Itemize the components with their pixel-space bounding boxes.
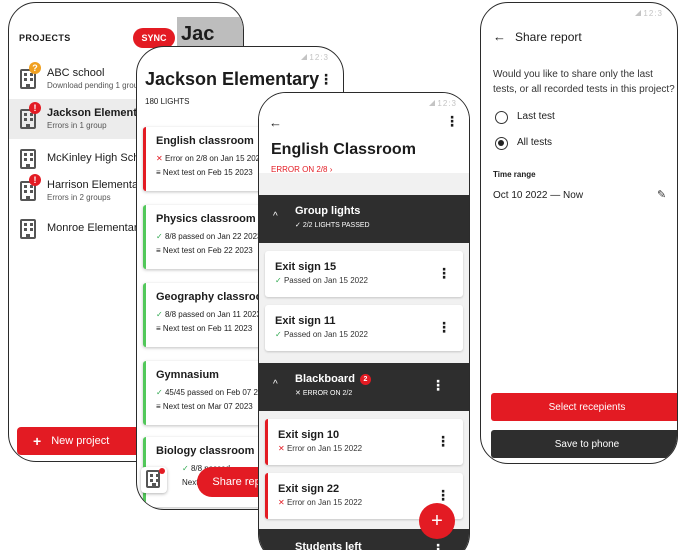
sign-title: Exit sign 11 xyxy=(275,315,336,327)
pending-badge-icon: ? xyxy=(29,62,41,74)
back-arrow-icon[interactable]: ← xyxy=(269,115,282,130)
room-status: 8/8 passed on Jan 22 2023 xyxy=(164,232,262,241)
sign-status: Error on Jan 15 2022 xyxy=(286,498,363,507)
more-options-icon[interactable]: ⋮ xyxy=(436,433,450,450)
error-x-icon: ✕ xyxy=(295,390,301,397)
group-header-blackboard[interactable]: ^ Blackboard 2 ✕ ERROR ON 2/2 ⋮ xyxy=(259,363,469,411)
error-x-icon: ✕ xyxy=(278,444,285,453)
new-project-label: New project xyxy=(51,435,110,447)
projects-header: PROJECTS xyxy=(19,33,71,43)
back-arrow-icon[interactable]: ← xyxy=(493,29,506,44)
status-bar: 12:3 xyxy=(635,9,663,18)
list-icon: ≡ xyxy=(156,168,161,177)
check-icon: ✓ xyxy=(275,276,282,285)
room-next-test: Next test on Feb 11 2023 xyxy=(162,324,253,333)
error-link[interactable]: ERROR ON 2/8 › xyxy=(271,165,332,174)
group-summary: ERROR ON 2/2 xyxy=(302,390,353,397)
projects-nav-button[interactable] xyxy=(141,467,167,493)
share-question: Would you like to share only the last te… xyxy=(493,69,675,95)
sign-item-11[interactable]: Exit sign 11 ✓ Passed on Jan 15 2022 ⋮ xyxy=(265,305,463,351)
check-icon: ✓ xyxy=(295,222,301,229)
classroom-header: 12:3 ← ⋮ English Classroom xyxy=(259,93,469,173)
project-title: Harrison Elementary xyxy=(47,179,148,191)
room-next-test: Next test on Mar 07 2023 xyxy=(162,402,253,411)
status-bar: 12:3 xyxy=(301,53,329,62)
more-options-icon[interactable]: ⋮ xyxy=(436,487,450,504)
error-badge-icon: ! xyxy=(29,102,41,114)
error-x-icon: ✕ xyxy=(156,154,163,163)
group-title: Blackboard xyxy=(295,373,355,385)
time-range-label: Time range xyxy=(493,170,536,179)
more-options-icon[interactable]: ⋮ xyxy=(431,377,445,394)
chevron-up-icon: ^ xyxy=(273,379,278,390)
check-icon: ✓ xyxy=(156,232,163,241)
signal-icon xyxy=(301,54,308,60)
status-bar: 12:3 xyxy=(429,99,457,108)
signal-icon xyxy=(635,10,642,16)
list-icon: ≡ xyxy=(156,324,161,333)
share-title: Share report xyxy=(515,30,582,44)
building-icon xyxy=(20,149,36,169)
more-options-icon[interactable]: ⋮ xyxy=(431,541,445,550)
notification-dot xyxy=(159,468,165,474)
share-phone: 12:3 ← Share report Would you like to sh… xyxy=(480,2,678,464)
check-icon: ✓ xyxy=(156,310,163,319)
list-icon: ≡ xyxy=(156,246,161,255)
error-x-icon: ✕ xyxy=(278,498,285,507)
room-next-test: Next test on Feb 22 2023 xyxy=(162,246,253,255)
radio-label-all-tests: All tests xyxy=(517,137,553,148)
school-title: Jackson Elementary xyxy=(145,69,320,89)
sign-item-15[interactable]: Exit sign 15 ✓ Passed on Jan 15 2022 ⋮ xyxy=(265,251,463,297)
sign-status: Error on Jan 15 2022 xyxy=(286,444,363,453)
sign-item-10[interactable]: Exit sign 10 ✕ Error on Jan 15 2022 ⋮ xyxy=(265,419,463,465)
time-range-value[interactable]: Oct 10 2022 — Now xyxy=(493,190,583,201)
classroom-title: English Classroom xyxy=(271,141,416,158)
group-header-lights[interactable]: ^ Group lights ✓ 2/2 LIGHTS PASSED xyxy=(259,195,469,243)
signal-icon xyxy=(429,100,436,106)
more-options-icon[interactable]: ⋮ xyxy=(319,71,333,88)
building-icon xyxy=(146,470,160,488)
project-title: Monroe Elementary xyxy=(47,222,143,234)
error-count-badge: 2 xyxy=(359,374,371,385)
list-icon: ≡ xyxy=(156,402,161,411)
plus-icon: + xyxy=(33,433,42,449)
sign-title: Exit sign 15 xyxy=(275,261,337,273)
sync-button[interactable]: SYNC xyxy=(133,28,175,48)
more-options-icon[interactable]: ⋮ xyxy=(445,113,459,130)
chevron-up-icon: ^ xyxy=(273,211,278,222)
lights-count: 180 LIGHTS xyxy=(145,97,190,106)
add-fab-button[interactable]: + xyxy=(419,503,455,539)
more-options-icon[interactable]: ⋮ xyxy=(437,265,451,282)
building-icon xyxy=(20,219,36,239)
room-status: 8/8 passed on Jan 11 2023 xyxy=(164,310,261,319)
radio-all-tests[interactable] xyxy=(495,137,508,150)
check-icon: ✓ xyxy=(275,330,282,339)
check-icon: ✓ xyxy=(156,388,163,397)
save-to-phone-button[interactable]: Save to phone xyxy=(491,430,677,458)
group-title: Group lights xyxy=(295,205,361,217)
chevron-right-icon: › xyxy=(329,165,333,174)
project-title: ABC school xyxy=(47,67,105,79)
group-title: Students left xyxy=(295,541,362,550)
sign-status: Passed on Jan 15 2022 xyxy=(283,330,369,339)
project-subtitle: Errors in 2 groups xyxy=(47,193,111,202)
pencil-icon[interactable]: ✎ xyxy=(657,188,666,201)
room-next-test: Next test on Feb 15 2023 xyxy=(162,168,253,177)
more-options-icon[interactable]: ⋮ xyxy=(437,319,451,336)
sign-status: Passed on Jan 15 2022 xyxy=(283,276,369,285)
room-status: Error on 2/8 on Jan 15 2023 xyxy=(164,154,265,163)
group-summary: 2/2 LIGHTS PASSED xyxy=(302,222,370,229)
radio-label-last-test: Last test xyxy=(517,111,555,122)
classroom-phone: 12:3 ← ⋮ English Classroom ERROR ON 2/8 … xyxy=(258,92,470,550)
plus-icon: + xyxy=(431,509,443,532)
radio-last-test[interactable] xyxy=(495,111,508,124)
select-recipients-button[interactable]: Select recepients xyxy=(491,393,677,421)
error-badge-icon: ! xyxy=(29,174,41,186)
room-status: 45/45 passed on Feb 07 2023 xyxy=(164,388,272,397)
next-screen-peek-title: Jac xyxy=(181,23,215,45)
project-subtitle: Download pending 1 group xyxy=(47,81,143,90)
check-icon: ✓ xyxy=(182,464,189,473)
